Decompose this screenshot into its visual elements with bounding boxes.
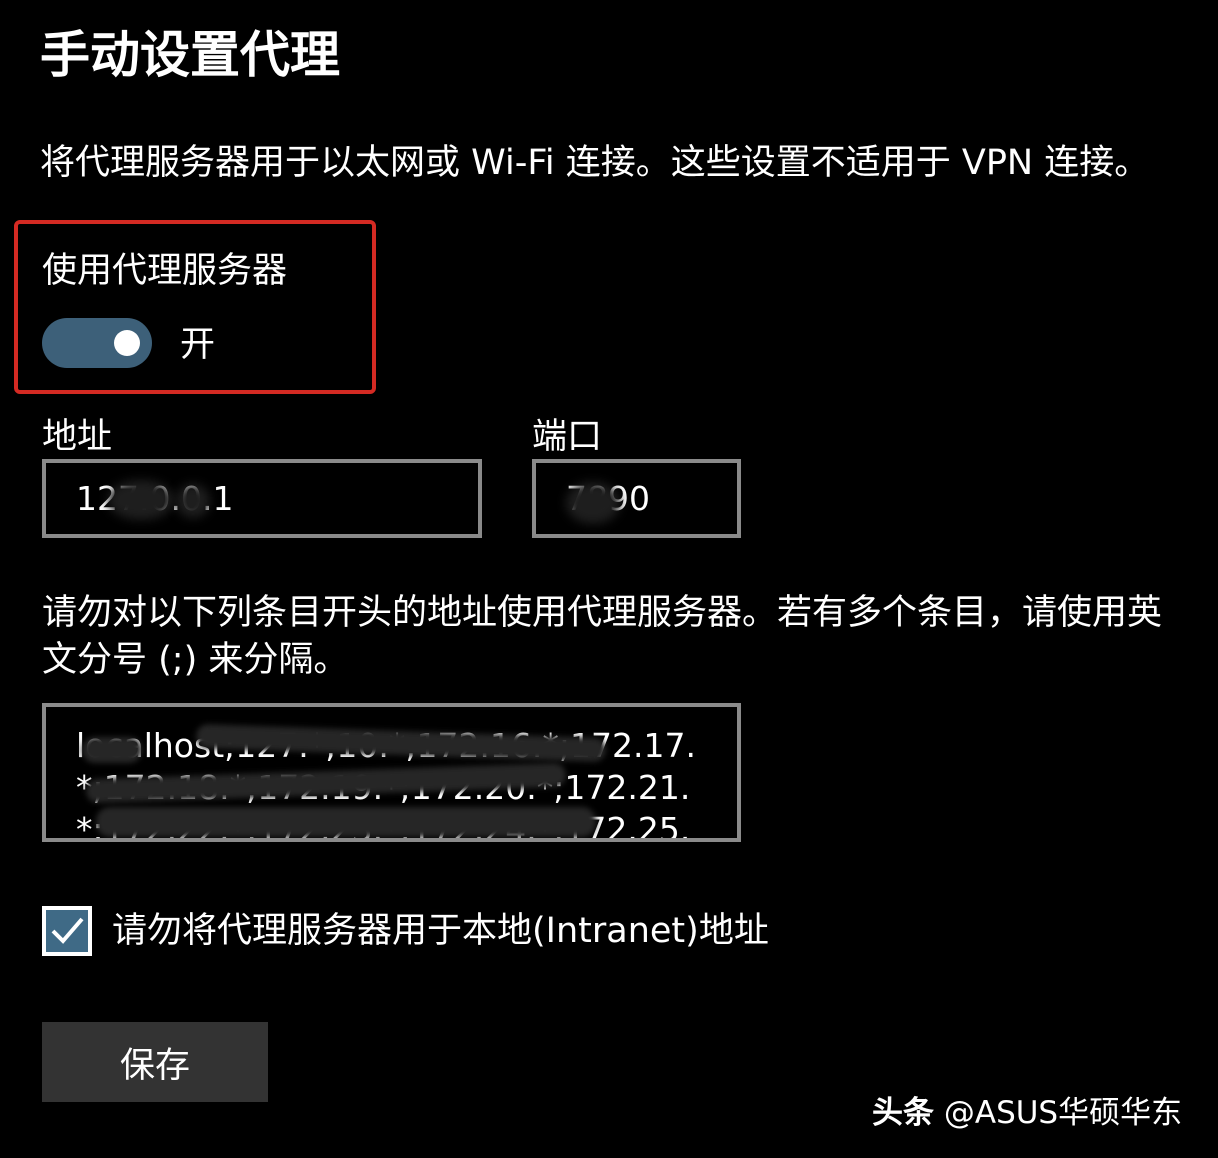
checkmark-icon: [51, 917, 84, 944]
address-label: 地址: [42, 417, 113, 457]
watermark-handle: @ASUS华硕华东: [943, 1095, 1183, 1131]
port-label: 端口: [532, 417, 603, 457]
watermark: 头条 @ASUS华硕华东: [872, 1092, 1182, 1134]
port-input[interactable]: [532, 459, 741, 538]
page-title: 手动设置代理: [40, 26, 340, 84]
watermark-brand: 头条: [872, 1095, 934, 1131]
intro-text: 将代理服务器用于以太网或 Wi-Fi 连接。这些设置不适用于 VPN 连接。: [40, 143, 1150, 183]
exceptions-description: 请勿对以下列条目开头的地址使用代理服务器。若有多个条目，请使用英文分号 (;) …: [42, 593, 1163, 680]
use-proxy-label: 使用代理服务器: [42, 251, 288, 291]
use-proxy-toggle[interactable]: [42, 318, 152, 368]
exceptions-text: localhost;127.*;10.*;172.16.*;172.17.*;1…: [76, 726, 696, 842]
bypass-local-label: 请勿将代理服务器用于本地(Intranet)地址: [112, 911, 769, 951]
address-input[interactable]: [42, 459, 482, 538]
toggle-knob: [114, 330, 140, 356]
toggle-state-text: 开: [180, 325, 216, 365]
bypass-local-checkbox[interactable]: [42, 906, 92, 956]
exceptions-textarea[interactable]: localhost;127.*;10.*;172.16.*;172.17.*;1…: [42, 703, 741, 842]
save-button[interactable]: 保存: [42, 1022, 268, 1102]
